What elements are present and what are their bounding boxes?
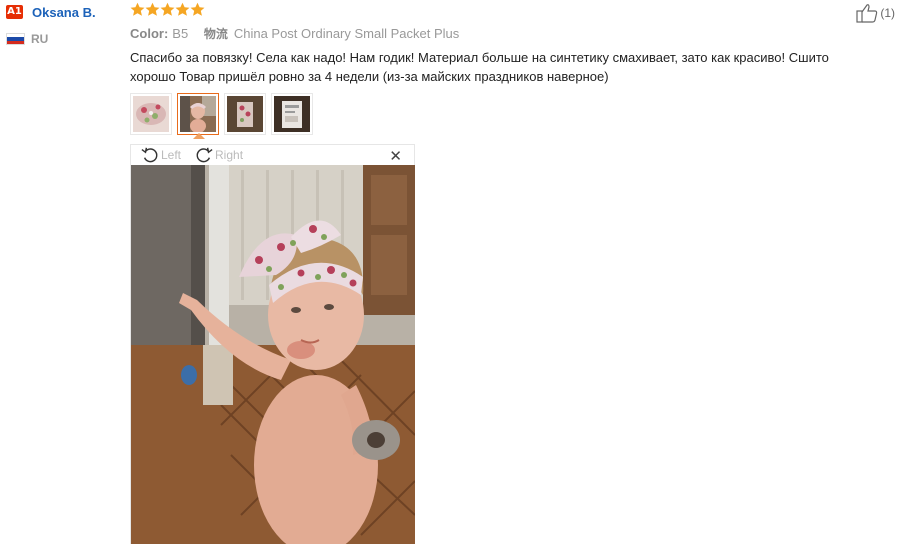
selected-thumbnail-pointer xyxy=(193,133,205,139)
rotate-right-button[interactable]: Right xyxy=(195,146,243,164)
review-text: Спасибо за повязку! Села как надо! Нам г… xyxy=(130,50,829,84)
photo-thumbnail-selected[interactable] xyxy=(177,93,219,135)
star-icon xyxy=(145,2,160,16)
rotate-right-icon xyxy=(196,147,213,163)
close-viewer-button[interactable]: ✕ xyxy=(389,147,402,165)
star-rating xyxy=(130,2,205,17)
helpful-vote[interactable]: (1) xyxy=(856,3,895,23)
star-icon xyxy=(175,2,190,16)
headband-photo-thumbnail xyxy=(133,96,169,132)
review-photo-large xyxy=(131,165,415,544)
shipping-method: China Post Ordinary Small Packet Plus xyxy=(233,26,460,41)
rotate-left-icon xyxy=(141,147,158,163)
child-with-headband-photo xyxy=(131,165,415,544)
buyer-level-badge: A1 xyxy=(6,5,23,19)
color-label: Color: xyxy=(130,26,169,41)
rotate-left-label: Left xyxy=(161,148,182,162)
parcel-photo-thumbnail xyxy=(274,96,310,132)
rotate-left-button[interactable]: Left xyxy=(141,146,181,164)
star-icon xyxy=(130,2,145,16)
star-icon xyxy=(160,2,175,16)
review-photo-thumbnails xyxy=(130,93,318,135)
package-photo-thumbnail xyxy=(227,96,263,132)
rotate-right-label: Right xyxy=(215,148,244,162)
reviewer-country: RU xyxy=(31,32,49,46)
color-value: B5 xyxy=(172,26,189,41)
reviewer-info: A1 Oksana B. RU xyxy=(6,4,121,46)
helpful-count: (1) xyxy=(880,6,895,20)
shipping-label: 物流 xyxy=(203,27,228,41)
photo-thumbnail[interactable] xyxy=(130,93,172,135)
star-icon xyxy=(190,2,205,16)
photo-thumbnail[interactable] xyxy=(224,93,266,135)
thumbs-up-icon[interactable] xyxy=(856,3,878,23)
photo-thumbnail[interactable] xyxy=(271,93,313,135)
russia-flag-icon xyxy=(6,33,25,45)
child-photo-thumbnail xyxy=(180,96,216,133)
reviewer-name[interactable]: Oksana B. xyxy=(32,5,96,20)
order-info: Color: B5 物流 China Post Ordinary Small Pac… xyxy=(130,25,459,42)
photo-viewer: Left Right ✕ xyxy=(130,144,415,544)
photo-viewer-toolbar: Left Right ✕ xyxy=(131,145,414,165)
